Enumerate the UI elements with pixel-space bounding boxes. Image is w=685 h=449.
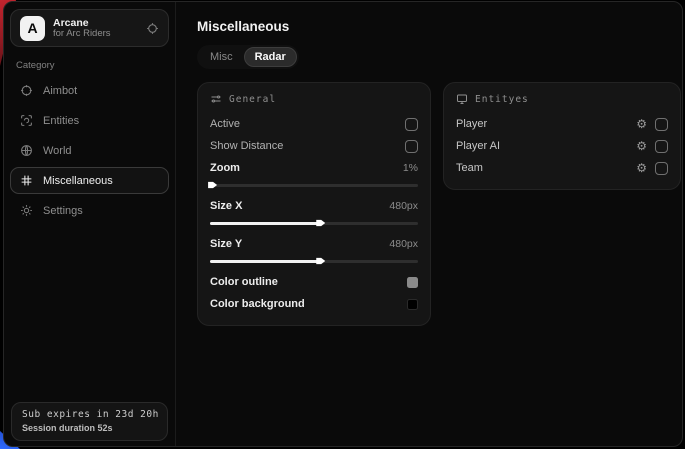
player-checkbox[interactable] <box>655 118 668 131</box>
gear-icon <box>20 204 33 217</box>
sidebar: A Arcane for Arc Riders Category Aimbot <box>4 2 176 446</box>
active-checkbox[interactable] <box>405 118 418 131</box>
team-checkbox[interactable] <box>655 162 668 175</box>
active-row: Active <box>210 113 418 135</box>
show-distance-checkbox[interactable] <box>405 140 418 153</box>
color-background-row: Color background <box>210 293 418 315</box>
tab-bar: Misc Radar <box>197 45 299 69</box>
entities-card: Entityes Player ⚙ Player AI ⚙ <box>443 82 681 190</box>
brand-logo: A <box>20 16 45 41</box>
brand-subtitle: for Arc Riders <box>53 29 111 40</box>
sub-expiry-text: Sub expires in 23d 20h <box>22 409 157 420</box>
sidebar-item-label: Entities <box>43 115 79 127</box>
sliders-icon <box>210 93 222 105</box>
gear-icon[interactable]: ⚙ <box>636 162 647 174</box>
size-y-value: 480px <box>389 238 418 250</box>
size-x-value: 480px <box>389 200 418 212</box>
tab-misc[interactable]: Misc <box>199 47 244 67</box>
zoom-value: 1% <box>403 162 418 174</box>
gear-icon[interactable]: ⚙ <box>636 118 647 130</box>
card-title: General <box>229 94 276 105</box>
sidebar-item-world[interactable]: World <box>10 137 169 164</box>
brand-name: Arcane <box>53 17 111 29</box>
focus-icon[interactable] <box>146 22 159 35</box>
size-y-row: Size Y 480px <box>210 233 418 255</box>
scan-icon <box>20 114 33 127</box>
slider-thumb[interactable] <box>208 181 217 190</box>
grid-icon <box>20 174 33 187</box>
team-row: Team ⚙ <box>456 157 668 179</box>
sidebar-item-settings[interactable]: Settings <box>10 197 169 224</box>
player-ai-checkbox[interactable] <box>655 140 668 153</box>
sidebar-nav: Aimbot Entities World Miscellaneous <box>10 77 169 224</box>
color-outline-row: Color outline <box>210 271 418 293</box>
size-y-slider[interactable] <box>210 256 418 266</box>
crosshair-icon <box>20 84 33 97</box>
cards-row: General Active Show Distance Zoom 1% <box>197 82 681 326</box>
color-outline-swatch[interactable] <box>407 277 418 288</box>
general-card: General Active Show Distance Zoom 1% <box>197 82 431 326</box>
zoom-slider[interactable] <box>210 180 418 190</box>
sidebar-item-label: World <box>43 145 72 157</box>
player-ai-row: Player AI ⚙ <box>456 135 668 157</box>
globe-icon <box>20 144 33 157</box>
slider-thumb[interactable] <box>316 219 325 228</box>
main-panel: Miscellaneous Misc Radar General Active <box>176 2 683 446</box>
size-x-slider[interactable] <box>210 218 418 228</box>
app-window: A Arcane for Arc Riders Category Aimbot <box>3 1 683 447</box>
monitor-icon <box>456 93 468 105</box>
size-x-row: Size X 480px <box>210 195 418 217</box>
sidebar-item-label: Aimbot <box>43 85 77 97</box>
player-row: Player ⚙ <box>456 113 668 135</box>
sidebar-item-label: Miscellaneous <box>43 175 113 187</box>
category-label: Category <box>16 60 163 71</box>
tab-radar[interactable]: Radar <box>244 47 297 67</box>
sidebar-item-aimbot[interactable]: Aimbot <box>10 77 169 104</box>
sidebar-item-label: Settings <box>43 205 83 217</box>
card-title: Entityes <box>475 94 529 105</box>
sidebar-item-entities[interactable]: Entities <box>10 107 169 134</box>
subscription-card: Sub expires in 23d 20h Session duration … <box>11 402 168 441</box>
sidebar-item-miscellaneous[interactable]: Miscellaneous <box>10 167 169 194</box>
show-distance-row: Show Distance <box>210 135 418 157</box>
session-duration-text: Session duration 52s <box>22 423 157 433</box>
page-title: Miscellaneous <box>197 19 681 34</box>
color-background-swatch[interactable] <box>407 299 418 310</box>
brand-card: A Arcane for Arc Riders <box>10 9 169 47</box>
gear-icon[interactable]: ⚙ <box>636 140 647 152</box>
slider-thumb[interactable] <box>316 257 325 266</box>
zoom-row: Zoom 1% <box>210 157 418 179</box>
